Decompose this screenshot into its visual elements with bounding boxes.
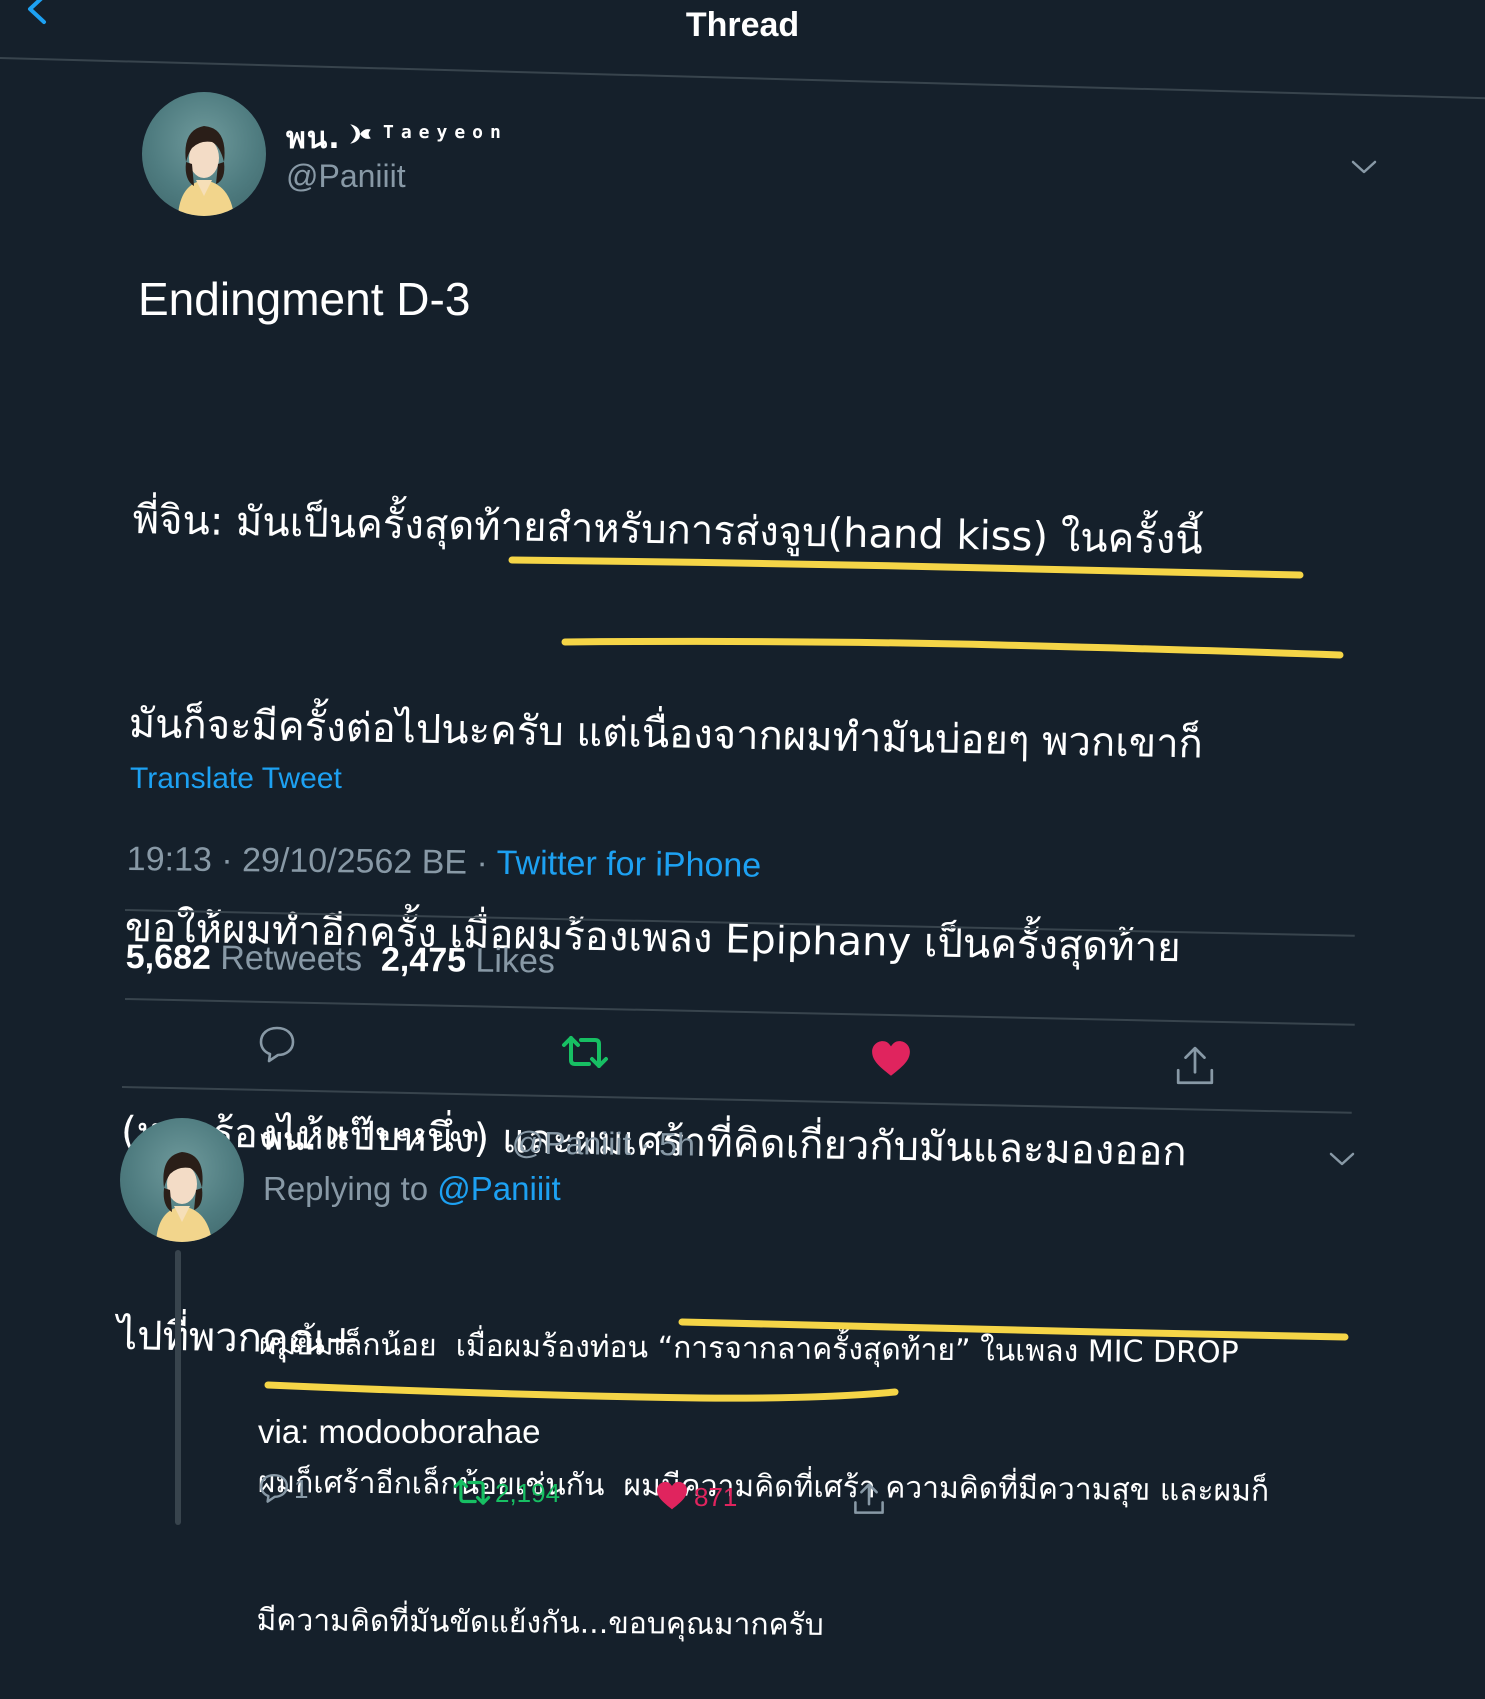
author-name-latin: Taeyeon	[360, 1124, 486, 1147]
source-link[interactable]: Twitter for iPhone	[496, 844, 761, 885]
likes-label[interactable]: Likes	[475, 942, 555, 981]
likes-count[interactable]: 2,475	[381, 941, 466, 980]
tweet-timestamp: 19:13 · 29/10/2562 BE ·	[126, 840, 497, 882]
reply-icon[interactable]	[257, 1024, 297, 1064]
retweet-icon[interactable]	[453, 1476, 491, 1508]
top-bar: Thread	[0, 0, 1485, 60]
butterfly-icon	[350, 124, 371, 144]
author-name-latin: Taeyeon	[383, 122, 508, 143]
retweets-label[interactable]: Retweets	[220, 939, 362, 978]
reply-body-line: ผมยิ้มเล็กน้อย เมื่อผมร้องท่อน “การจากลา…	[258, 1326, 1239, 1371]
chevron-down-icon[interactable]	[1328, 1150, 1356, 1168]
chevron-down-icon[interactable]	[1350, 158, 1378, 176]
author-name: พน.	[286, 121, 341, 156]
reply-time: · 5h	[639, 1125, 696, 1163]
reply-body-line: มีความคิดที่มันขัดแย้งกัน...ขอบคุณมากครั…	[256, 1602, 824, 1643]
author-handle[interactable]: @Paniiit	[512, 1125, 632, 1163]
retweet-icon[interactable]	[561, 1032, 609, 1072]
like-count[interactable]: 871	[694, 1482, 737, 1513]
reply-body: ผมยิ้มเล็กน้อย เมื่อผมร้องท่อน “การจากลา…	[256, 1230, 1271, 1699]
replying-prefix: Replying to	[263, 1170, 438, 1207]
replying-handle-link[interactable]: @Paniiit	[437, 1170, 560, 1207]
translate-tweet-link[interactable]: Translate Tweet	[130, 762, 342, 796]
tweet-meta: 19:13 · 29/10/2562 BE · Twitter for iPho…	[127, 840, 762, 886]
tweet-stats: 5,682 Retweets 2,475 Likes	[126, 938, 555, 981]
retweet-count[interactable]: 2,194	[495, 1478, 560, 1509]
avatar[interactable]	[142, 92, 266, 216]
author-name: พน.	[262, 1121, 318, 1158]
author-handle[interactable]: @Paniiit	[286, 158, 406, 195]
share-icon[interactable]	[1174, 1045, 1216, 1087]
header-divider	[0, 57, 1485, 100]
reply-icon[interactable]	[258, 1472, 290, 1504]
reply-body-line: ผมก็เศร้าอีกเล็กน้อยเช่นกัน ผมมีความคิดท…	[257, 1464, 1270, 1509]
replying-to: Replying to @Paniiit	[263, 1170, 561, 1208]
tweet-title: Endingment D-3	[138, 273, 471, 325]
heart-icon[interactable]	[655, 1481, 689, 1511]
avatar[interactable]	[120, 1118, 244, 1242]
via-credit: via: modooborahae	[258, 1413, 541, 1450]
tweet-body-line: พี่จิน: มันเป็นครั้งสุดท้ายสำหรับการส่งจ…	[132, 496, 1204, 564]
share-icon[interactable]	[852, 1482, 886, 1516]
retweets-count[interactable]: 5,682	[126, 938, 211, 977]
heart-icon[interactable]	[870, 1040, 912, 1078]
page-title: Thread	[685, 6, 800, 44]
reply-header: พน. Taeyeon @Paniiit · 5h	[262, 1116, 1262, 1176]
thread-connector	[175, 1250, 181, 1525]
reply-count[interactable]: 1	[294, 1474, 308, 1505]
butterfly-icon	[327, 1125, 349, 1146]
